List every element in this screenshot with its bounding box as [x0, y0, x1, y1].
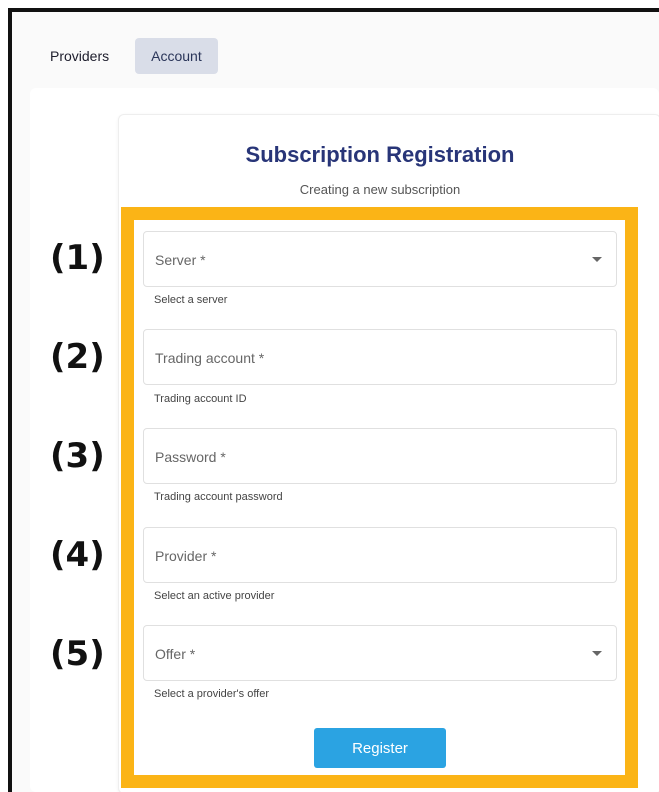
- dropdown-arrow-icon: [592, 257, 602, 262]
- frame-border-left: [8, 8, 12, 792]
- password-label: Password *: [155, 449, 226, 465]
- screenshot-frame: Providers Account Subscription Registrat…: [0, 0, 659, 792]
- provider-input[interactable]: Provider *: [143, 527, 617, 583]
- tab-providers[interactable]: Providers: [34, 38, 125, 74]
- password-input[interactable]: Password *: [143, 428, 617, 484]
- frame-border-top: [8, 8, 659, 12]
- tab-bar: Providers Account: [34, 38, 218, 74]
- tab-account[interactable]: Account: [135, 38, 218, 74]
- register-button[interactable]: Register: [314, 728, 446, 768]
- provider-helper-text: Select an active provider: [154, 590, 275, 602]
- provider-label: Provider *: [155, 548, 217, 564]
- offer-helper-text: Select a provider's offer: [154, 688, 270, 700]
- step-label-3: (3): [50, 436, 105, 476]
- server-select[interactable]: Server *: [143, 231, 617, 287]
- offer-select[interactable]: Offer *: [143, 625, 617, 681]
- step-label-2: (2): [50, 337, 105, 377]
- trading-account-input[interactable]: Trading account *: [143, 329, 617, 385]
- page-subtitle: Creating a new subscription: [299, 182, 461, 197]
- dropdown-arrow-icon: [592, 651, 602, 656]
- password-helper-text: Trading account password: [154, 491, 283, 503]
- step-label-5: (5): [50, 634, 105, 674]
- server-select-label: Server *: [155, 252, 206, 268]
- step-label-4: (4): [50, 535, 105, 575]
- offer-select-label: Offer *: [155, 646, 196, 662]
- trading-account-label: Trading account *: [155, 350, 265, 366]
- page-title: Subscription Registration: [245, 142, 515, 167]
- step-label-1: (1): [50, 238, 105, 278]
- server-helper-text: Select a server: [154, 294, 228, 306]
- trading-account-helper-text: Trading account ID: [154, 393, 247, 405]
